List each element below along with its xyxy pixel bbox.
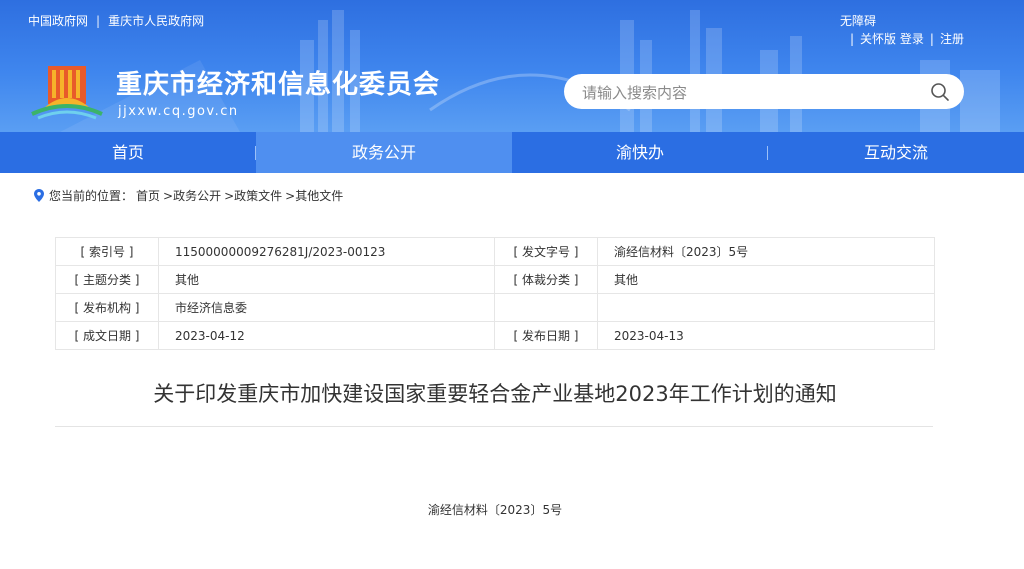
breadcrumb: 您当前的位置： 首页 >政务公开 >政策文件 >其他文件 xyxy=(34,187,346,204)
meta-key: [ 成文日期 ] xyxy=(55,321,159,350)
nav-item-home[interactable]: 首页 xyxy=(0,132,256,173)
main-nav: 首页 政务公开 渝快办 互动交流 xyxy=(0,132,1024,173)
meta-key: [ 索引号 ] xyxy=(55,237,159,266)
meta-key: [ 发布日期 ] xyxy=(494,321,598,350)
nav-item-label: 互动交流 xyxy=(863,143,928,162)
link-chongqing-gov[interactable]: 重庆市人民政府网 xyxy=(108,12,204,29)
search-input[interactable] xyxy=(580,81,914,104)
nav-item-interaction[interactable]: 互动交流 xyxy=(768,132,1024,173)
meta-key: [ 发布机构 ] xyxy=(55,293,159,322)
search-box xyxy=(564,74,964,109)
breadcrumb-policy-documents[interactable]: >政策文件 xyxy=(224,187,282,204)
table-row: [ 主题分类 ] 其他 [ 体裁分类 ] 其他 xyxy=(55,265,935,294)
meta-value: 11500000009276281J/2023-00123 xyxy=(158,237,495,266)
meta-value xyxy=(597,293,935,322)
site-domain: jjxxw.cq.gov.cn xyxy=(118,104,239,119)
link-separator: | xyxy=(96,14,101,28)
meta-value: 渝经信材料〔2023〕5号 xyxy=(597,237,935,266)
location-pin-icon xyxy=(34,189,44,202)
breadcrumb-home[interactable]: 首页 xyxy=(136,187,160,204)
table-row: [ 索引号 ] 11500000009276281J/2023-00123 [ … xyxy=(55,237,935,266)
nav-item-label: 政务公开 xyxy=(351,143,416,162)
nav-item-label: 首页 xyxy=(111,143,144,162)
meta-value: 其他 xyxy=(597,265,935,294)
care-mode-link[interactable]: 关怀版 xyxy=(860,32,896,46)
table-row: [ 发布机构 ] 市经济信息委 xyxy=(55,293,935,322)
meta-value: 2023-04-12 xyxy=(158,321,495,350)
breadcrumb-prefix: 您当前的位置： xyxy=(49,189,134,203)
breadcrumb-government-affairs[interactable]: >政务公开 xyxy=(163,187,221,204)
meta-value: 其他 xyxy=(158,265,495,294)
meta-key: [ 发文字号 ] xyxy=(494,237,598,266)
nav-item-government-affairs[interactable]: 政务公开 xyxy=(256,132,512,173)
nav-item-label: 渝快办 xyxy=(615,143,664,162)
breadcrumb-other-documents[interactable]: >其他文件 xyxy=(285,187,343,204)
user-links: | 关怀版 登录 | 注册 xyxy=(844,30,964,47)
search-icon[interactable] xyxy=(930,82,950,102)
nav-item-yukuaiban[interactable]: 渝快办 xyxy=(512,132,768,173)
link-separator: | xyxy=(929,32,934,46)
register-link[interactable]: 注册 xyxy=(940,32,964,46)
title-divider xyxy=(55,426,933,427)
meta-key: [ 体裁分类 ] xyxy=(494,265,598,294)
meta-value: 市经济信息委 xyxy=(158,293,495,322)
top-links: 中国政府网 | 重庆市人民政府网 xyxy=(28,12,204,29)
document-number: 渝经信材料〔2023〕5号 xyxy=(427,503,563,517)
link-separator: | xyxy=(850,32,855,46)
meta-value: 2023-04-13 xyxy=(597,321,935,350)
accessibility-link[interactable]: 无障碍 xyxy=(840,12,876,29)
government-emblem-logo[interactable] xyxy=(28,58,106,122)
document-metadata-table: [ 索引号 ] 11500000009276281J/2023-00123 [ … xyxy=(55,237,935,350)
site-title[interactable]: 重庆市经济和信息化委员会 xyxy=(116,64,440,101)
meta-key: [ 主题分类 ] xyxy=(55,265,159,294)
link-china-gov[interactable]: 中国政府网 xyxy=(28,12,88,29)
meta-key xyxy=(494,293,598,322)
login-link[interactable]: 登录 xyxy=(900,32,924,46)
site-header: 中国政府网 | 重庆市人民政府网 无障碍 | 关怀版 登录 | 注册 重庆市经济和信息化委… xyxy=(0,0,1024,132)
table-row: [ 成文日期 ] 2023-04-12 [ 发布日期 ] 2023-04-13 xyxy=(55,321,935,350)
article-title: 关于印发重庆市加快建设国家重要轻合金产业基地2023年工作计划的通知 xyxy=(153,382,837,406)
